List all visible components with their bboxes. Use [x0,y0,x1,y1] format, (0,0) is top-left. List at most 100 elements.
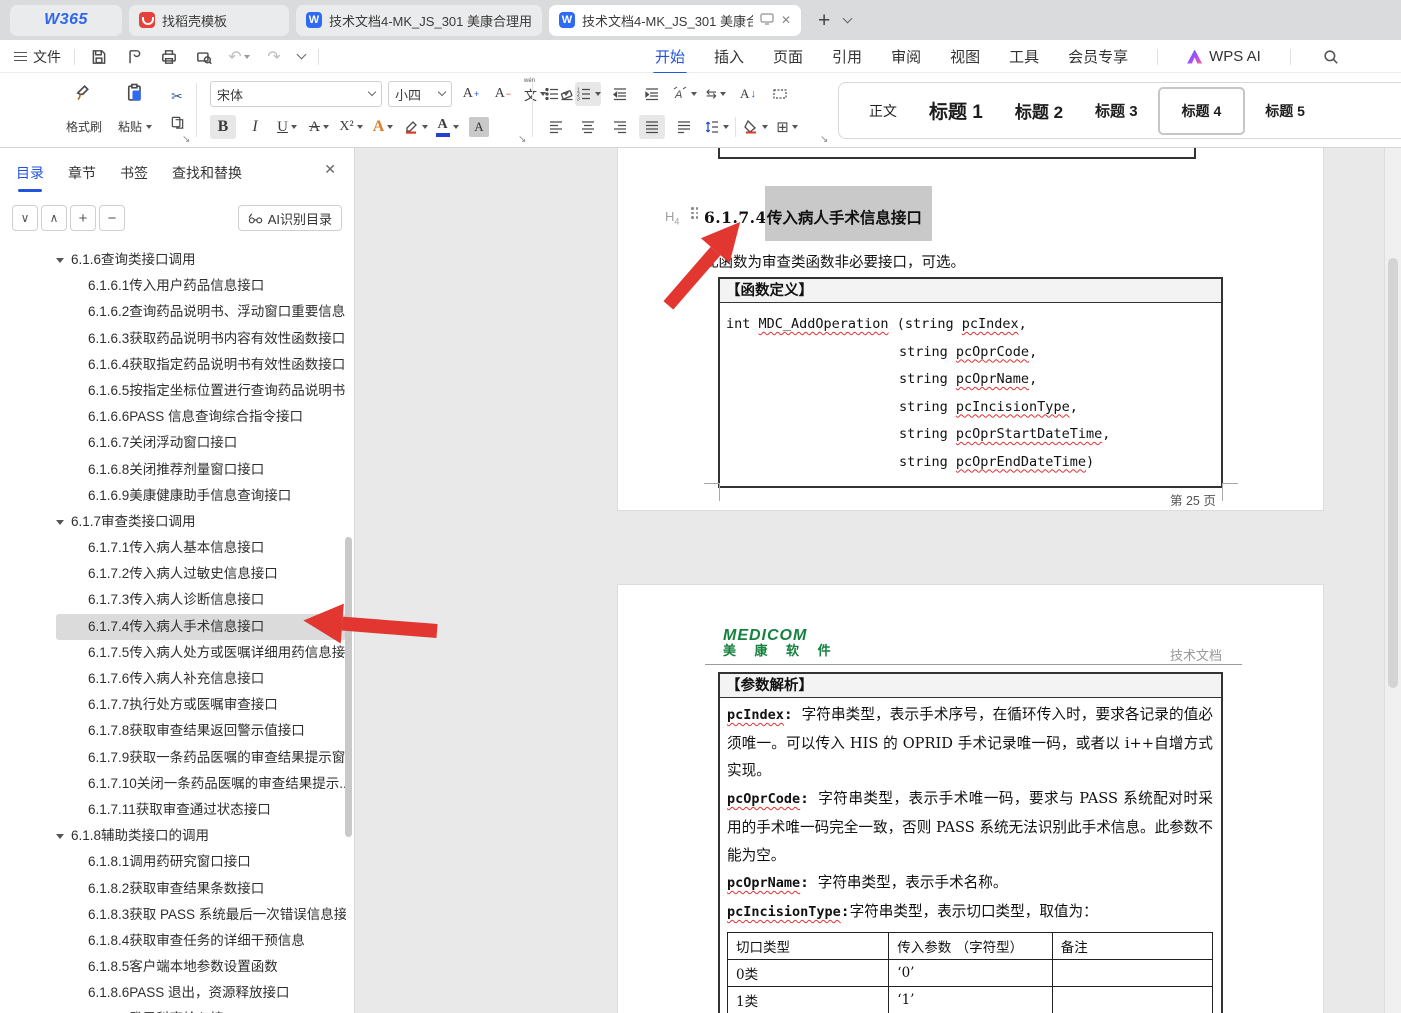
expand-triangle-icon[interactable] [56,258,64,263]
undo-icon[interactable]: ↶ [228,46,250,68]
toc-item[interactable]: 6.1.7.1传入病人基本信息接口 [56,535,346,561]
paste-button[interactable]: 粘贴 [114,79,156,139]
toc-item[interactable]: 6.1.6.9美康健康助手信息查询接口 [56,483,346,509]
line-spacing-dropdown-icon[interactable] [722,125,729,129]
toc-item[interactable]: 6.1.7.11获取审查通过状态接口 [56,797,346,823]
menu-item[interactable]: 审阅 [891,46,921,67]
numbered-list-dropdown-icon[interactable] [594,92,601,96]
export-pdf-icon[interactable] [123,46,145,68]
menu-item[interactable]: 会员专享 [1068,46,1128,67]
sidebar-close-icon[interactable]: ✕ [324,161,336,178]
style-preset[interactable]: 标题 4 [1157,86,1246,135]
font-size-select[interactable]: 小四 [388,81,452,107]
collapse-all-button[interactable]: ∨ [12,205,38,231]
toc-item[interactable]: 6.1.8.6PASS 退出，资源释放接口 [56,980,346,1006]
borders-dropdown-icon[interactable] [791,125,798,129]
expand-triangle-icon[interactable] [56,519,64,525]
document-tab[interactable]: W 技术文档4-MK_JS_301 美康合理用药 [296,4,542,36]
sidebar-tab[interactable]: 目录 [16,163,44,192]
print-icon[interactable] [158,46,180,68]
text-effect-dropdown-icon[interactable] [387,125,394,129]
char-spacing-button[interactable]: ⇆ [703,82,729,106]
text-effect-button[interactable]: A [370,115,396,139]
toc-item[interactable]: 6.1.7.10关闭一条药品医嘱的审查结果提示... [56,771,346,797]
toc-item[interactable]: 6.1.7.9获取一条药品医嘱的审查结果提示窗... [56,745,346,771]
screen-share-icon[interactable] [760,12,774,28]
clipboard-group-expander[interactable]: ↘ [182,134,190,145]
menu-item[interactable]: 页面 [773,46,803,67]
toc-item[interactable]: 6.1.7.2传入病人过敏史信息接口 [56,561,346,587]
font-group-expander[interactable]: ↘ [518,134,526,145]
style-preset[interactable]: 标题 2 [1003,92,1075,129]
toc-item[interactable]: 6.1.7.8获取审查结果返回警示值接口 [56,718,346,744]
toc-item[interactable]: 6.1.6查询类接口调用 [56,247,346,273]
document-scrollbar-thumb[interactable] [1388,258,1398,688]
home-tab[interactable]: W365 [10,4,122,36]
close-tab-icon[interactable]: ✕ [781,13,791,27]
toc-item[interactable]: 6.1.6.2查询药品说明书、浮动窗口重要信息... [56,299,346,325]
align-right-button[interactable] [607,115,633,139]
sidebar-tab[interactable]: 查找和替换 [172,163,242,183]
document-tab[interactable]: W 技术文档4-MK_JS_301 美康合 ✕ [549,4,801,36]
redo-icon[interactable]: ↷ [263,46,285,68]
font-color-button[interactable]: A [434,115,460,139]
tab-list-chevron-icon[interactable] [842,13,853,23]
font-color-dropdown-icon[interactable] [452,125,459,129]
toc-item[interactable]: 6.1.8.3获取 PASS 系统最后一次错误信息接... [56,902,346,928]
menu-item[interactable]: 视图 [950,46,980,67]
toc-item[interactable]: 6.1.8.1调用药研究窗口接口 [56,849,346,875]
toc-item[interactable]: 6.1.8辅助类接口的调用 [56,823,346,849]
search-icon[interactable] [1320,46,1342,68]
bold-button[interactable]: B [210,115,236,139]
zoom-out-outline-button[interactable]: − [99,205,125,231]
justify-button[interactable] [639,115,665,139]
drag-handle-icon[interactable] [691,207,700,219]
align-center-button[interactable] [575,115,601,139]
distribute-button[interactable] [671,115,697,139]
sidebar-tab[interactable]: 章节 [68,163,96,183]
underline-button[interactable]: U [274,115,300,139]
menu-item[interactable]: 插入 [714,46,744,67]
more-commands-chevron-icon[interactable] [296,49,307,60]
sort-button[interactable]: A ↓ [735,82,761,106]
borders-button[interactable]: ⊞ [774,115,800,139]
bullet-list-button[interactable] [543,82,569,106]
style-preset[interactable]: 标题 5 [1253,95,1317,127]
toc-item[interactable]: 6.1.6.8关闭推荐剂量窗口接口 [56,457,346,483]
align-left-button[interactable] [543,115,569,139]
menu-item[interactable]: 引用 [832,46,862,67]
toc-item[interactable]: 6.1.8.2获取审查结果条数接口 [56,876,346,902]
toc-item[interactable]: 6.1.7.5传入病人处方或医嘱详细用药信息接... [56,640,346,666]
document-page-26[interactable]: MEDICOM 美 康 软 件 技术文档 【参数解析】 pcIndex: 字符串… [618,585,1323,1013]
increase-font-button[interactable]: A + [458,82,484,106]
toc-item[interactable]: 6.1.7.7执行处方或医嘱审查接口 [56,692,346,718]
ai-recognize-toc-button[interactable]: AI识别目录 [237,205,342,231]
style-preset[interactable]: 标题 1 [917,91,995,130]
save-icon[interactable] [88,46,110,68]
toc-item[interactable]: 6.1.6.5按指定坐标位置进行查询药品说明书... [56,378,346,404]
tab-stops-button[interactable] [767,82,793,106]
italic-button[interactable]: I [242,115,268,139]
cut-button[interactable]: ✂ [164,84,190,108]
paragraph-group-expander[interactable]: ↘ [820,134,828,145]
toc-item[interactable]: 6.1.6.3获取药品说明书内容有效性函数接口 [56,326,346,352]
document-tab[interactable]: 找稻壳模板 [129,4,289,36]
toc-item[interactable]: 6.1.6.6PASS 信息查询综合指令接口 [56,404,346,430]
char-spacing-dropdown-icon[interactable] [719,92,726,96]
underline-dropdown-icon[interactable] [290,125,297,129]
strikethrough-button[interactable]: A [306,115,332,139]
sidebar-tab[interactable]: 书签 [120,163,148,183]
toc-item[interactable]: 6.1.6.1传入用户药品信息接口 [56,273,346,299]
shading-dropdown-icon[interactable] [761,125,768,129]
menu-item[interactable]: 开始 [652,46,688,75]
undo-dropdown-icon[interactable] [243,54,250,59]
numbered-list-button[interactable]: 123 [575,82,601,106]
text-direction-button[interactable]: A [671,82,697,106]
bullet-list-dropdown-icon[interactable] [562,92,569,96]
toc-item[interactable]: 6.1.6.4获取指定药品说明书有效性函数接口 [56,352,346,378]
toc-item[interactable]: 6.1.7审查类接口调用 [56,509,346,535]
menu-item[interactable]: 工具 [1009,46,1039,67]
print-preview-icon[interactable] [193,46,215,68]
highlight-button[interactable] [402,115,428,139]
copy-button[interactable] [164,110,190,134]
